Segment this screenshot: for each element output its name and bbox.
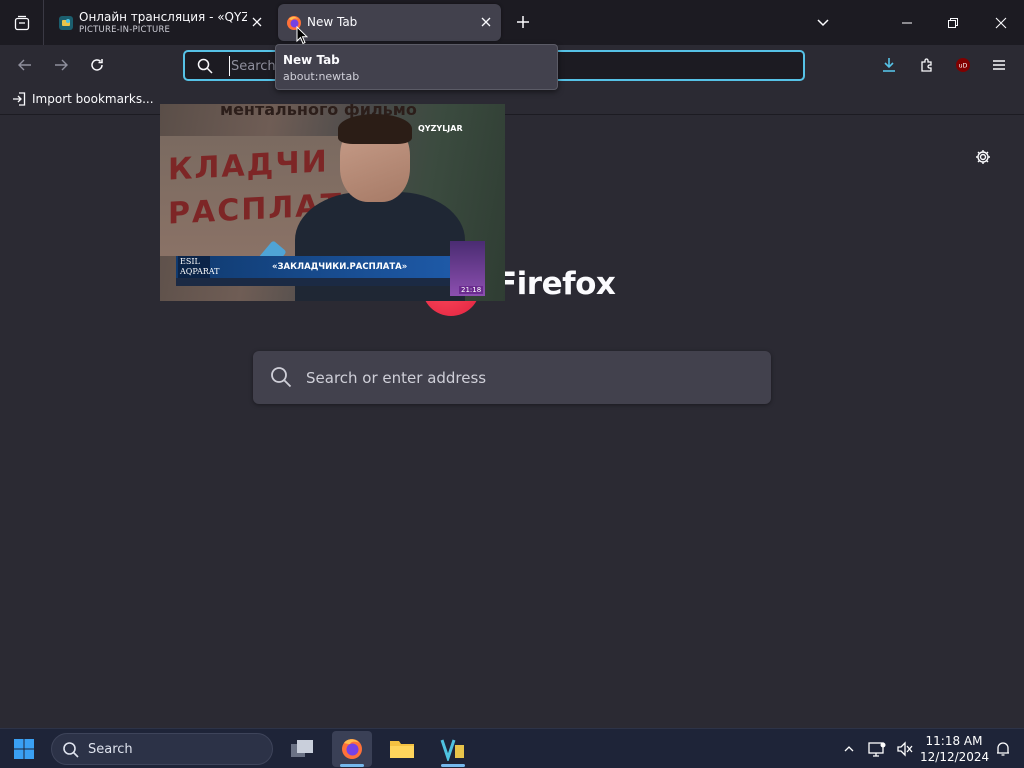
close-icon (252, 17, 262, 27)
reload-button[interactable] (83, 51, 111, 79)
restore-button[interactable] (930, 0, 976, 45)
video-lower-third-text: «ЗАКЛАДЧИКИ.РАСПЛАТА» (272, 262, 408, 272)
tooltip-url: about:newtab (283, 70, 360, 83)
tab-qyzyljar-stream[interactable]: Онлайн трансляция - «QYZYLJ PICTURE-IN-P… (50, 4, 272, 41)
search-icon (63, 742, 79, 758)
tab-new-tab[interactable]: New Tab (278, 4, 501, 41)
tab-strip: Онлайн трансляция - «QYZYLJ PICTURE-IN-P… (0, 0, 1024, 45)
tab-close-button[interactable] (248, 13, 266, 31)
firefox-wordmark: Firefox (496, 266, 616, 302)
search-icon (271, 367, 292, 388)
search-icon (197, 58, 213, 74)
tab-subtitle: PICTURE-IN-PICTURE (79, 25, 171, 35)
close-window-button[interactable] (978, 0, 1024, 45)
new-tab-button[interactable] (510, 9, 536, 35)
downloads-button[interactable] (875, 51, 903, 79)
screen: Онлайн трансляция - «QYZYLJ PICTURE-IN-P… (0, 0, 1024, 768)
customize-new-tab-button[interactable] (970, 144, 996, 170)
show-hidden-icons-button[interactable] (836, 735, 862, 763)
tab-close-button[interactable] (477, 13, 495, 31)
download-icon (883, 58, 895, 72)
hamburger-menu-icon (993, 60, 1005, 70)
picture-in-picture-video[interactable]: ментального фильмо КЛАДЧИ РАСПЛАТ QYZYLJ… (160, 104, 505, 301)
clock-time: 11:18 AM (925, 734, 983, 748)
taskbar-search-label: Search (88, 742, 133, 757)
close-icon (995, 17, 1007, 28)
active-app-indicator (441, 764, 465, 767)
minimize-button[interactable] (884, 0, 930, 45)
app-v-icon (440, 739, 464, 761)
active-app-indicator (340, 764, 364, 767)
new-tab-page: Firefox Search or enter address (0, 116, 1024, 728)
display-tray-icon-button[interactable] (864, 735, 890, 763)
taskbar-app-v[interactable] (433, 731, 473, 767)
forward-button[interactable] (47, 51, 75, 79)
chevron-down-icon (817, 19, 829, 27)
video-time: 21:18 (459, 286, 484, 294)
taskbar-firefox[interactable] (332, 731, 372, 767)
tab-overview-icon (14, 15, 29, 30)
start-button[interactable] (7, 733, 41, 765)
list-all-tabs-button[interactable] (810, 9, 836, 35)
arrow-right-icon (55, 59, 68, 71)
volume-button[interactable] (892, 735, 918, 763)
esil-aqparat-logo: ESIL AQPARAT (178, 256, 219, 280)
plus-icon (517, 16, 529, 28)
clock-date: 12/12/2024 (920, 750, 990, 764)
video-channel-logo: QYZYLJAR (418, 124, 463, 133)
tab-tooltip: New Tab about:newtab (275, 44, 558, 90)
ublock-icon: uD (956, 58, 970, 72)
extensions-button[interactable] (913, 51, 941, 79)
windows-taskbar: Search 11:18 AM 12/12/2024 (0, 728, 1024, 768)
import-icon (13, 92, 26, 106)
monitor-icon (868, 742, 886, 757)
chevron-up-icon (844, 746, 854, 752)
app-menu-button[interactable] (985, 51, 1013, 79)
close-icon (481, 17, 491, 27)
site-favicon-icon (59, 16, 73, 30)
task-view-button[interactable] (282, 731, 322, 767)
taskbar-clock[interactable]: 11:18 AM 12/12/2024 (920, 733, 990, 765)
windows-logo-icon (14, 739, 34, 759)
tab-overview-button[interactable] (0, 0, 44, 45)
minimize-icon (902, 22, 912, 23)
ublock-origin-button[interactable]: uD (949, 51, 977, 79)
tab-title: New Tab (307, 15, 358, 29)
mouse-cursor-icon (296, 26, 308, 45)
new-tab-search-placeholder: Search or enter address (306, 369, 487, 387)
tab-title: Онлайн трансляция - «QYZYLJ (79, 10, 247, 24)
taskbar-search-box[interactable]: Search (51, 733, 273, 765)
svg-text:uD: uD (959, 63, 968, 70)
firefox-icon (342, 739, 362, 759)
gear-icon (976, 150, 990, 164)
import-bookmarks-label: Import bookmarks... (32, 92, 154, 106)
back-button[interactable] (11, 51, 39, 79)
tooltip-title: New Tab (283, 53, 340, 67)
import-bookmarks-button[interactable]: Import bookmarks... (12, 92, 154, 106)
task-view-icon (291, 740, 313, 757)
notifications-button[interactable] (990, 735, 1016, 763)
puzzle-icon (921, 58, 932, 72)
folder-icon (390, 741, 414, 758)
arrow-left-icon (18, 59, 31, 71)
video-ticker (176, 278, 456, 286)
speaker-muted-icon (897, 741, 913, 757)
restore-icon (948, 17, 958, 28)
new-tab-search-box[interactable]: Search or enter address (253, 351, 771, 404)
taskbar-file-explorer[interactable] (382, 731, 422, 767)
reload-icon (91, 59, 103, 71)
video-person-hair (338, 114, 412, 144)
bell-icon (997, 742, 1009, 756)
